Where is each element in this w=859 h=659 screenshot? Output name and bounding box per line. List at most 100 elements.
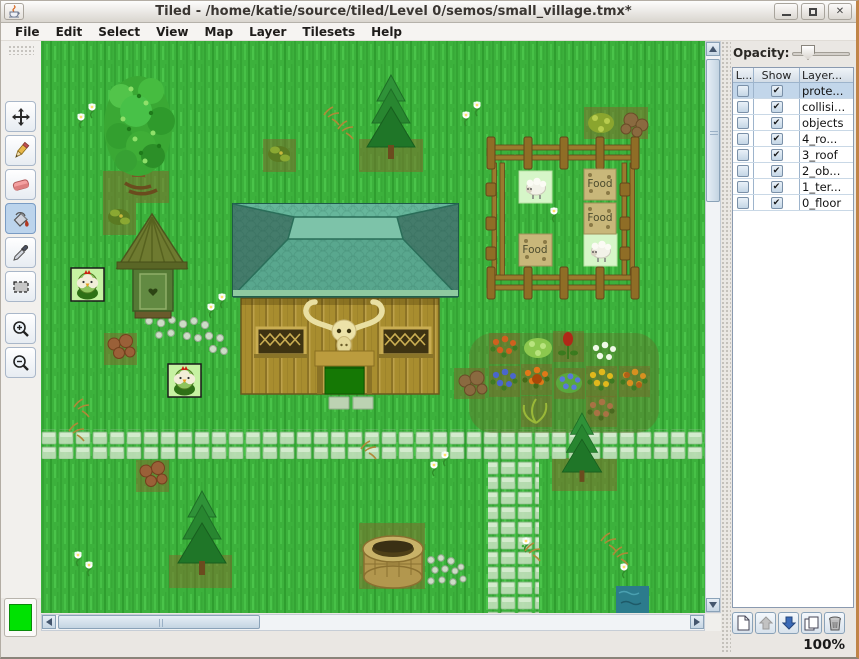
- zoom-out-tool-button[interactable]: [5, 347, 36, 378]
- column-lock[interactable]: L...: [733, 68, 754, 82]
- scroll-down-button[interactable]: [706, 598, 720, 612]
- lower-layer-button[interactable]: [778, 612, 799, 634]
- menu-edit[interactable]: Edit: [48, 25, 91, 39]
- lock-checkbox[interactable]: [737, 85, 749, 97]
- column-layer[interactable]: Layer...: [800, 68, 853, 82]
- up-arrow-disabled-icon: [759, 616, 773, 630]
- eyedropper-tool-button[interactable]: [5, 237, 36, 268]
- layer-row-0-floor[interactable]: ✔ 0_floor: [733, 195, 853, 211]
- show-checkbox[interactable]: ✔: [771, 117, 783, 129]
- menu-layer[interactable]: Layer: [241, 25, 294, 39]
- menu-view[interactable]: View: [148, 25, 196, 39]
- toolbar-grip[interactable]: [8, 45, 34, 55]
- layer-name[interactable]: 4_ro...: [800, 131, 853, 146]
- layer-row-collision[interactable]: ✔ collisi...: [733, 99, 853, 115]
- opacity-control: Opacity:: [733, 43, 859, 63]
- show-checkbox[interactable]: ✔: [771, 165, 783, 177]
- map-canvas[interactable]: Food Food Food: [41, 41, 705, 613]
- close-button[interactable]: ✕: [828, 3, 852, 20]
- layers-table-header: L... Show Layer...: [733, 68, 853, 83]
- rect-select-tool-button[interactable]: [5, 271, 36, 302]
- java-app-icon[interactable]: [4, 3, 24, 20]
- layer-name[interactable]: prote...: [800, 83, 853, 98]
- add-layer-button[interactable]: [732, 612, 753, 634]
- layer-row-2-ob[interactable]: ✔ 2_ob...: [733, 163, 853, 179]
- scroll-right-button[interactable]: [690, 615, 704, 629]
- layer-name[interactable]: 0_floor: [800, 195, 853, 210]
- fill-bucket-icon: [11, 209, 31, 229]
- lock-checkbox[interactable]: [737, 133, 749, 145]
- layer-name[interactable]: 3_roof: [800, 147, 853, 162]
- water-tile: [616, 586, 649, 613]
- show-checkbox[interactable]: ✔: [771, 101, 783, 113]
- vertical-scrollbar[interactable]: [705, 41, 721, 613]
- opacity-slider-track[interactable]: [792, 52, 850, 56]
- layer-name[interactable]: collisi...: [800, 99, 853, 114]
- lock-checkbox[interactable]: [737, 117, 749, 129]
- layer-row-1-ter[interactable]: ✔ 1_ter...: [733, 179, 853, 195]
- scroll-up-button[interactable]: [706, 42, 720, 56]
- sheep-tile: [584, 234, 617, 266]
- horizontal-scrollbar[interactable]: [41, 614, 705, 631]
- minimize-button[interactable]: [774, 3, 798, 20]
- opacity-label: Opacity:: [733, 46, 789, 60]
- show-checkbox[interactable]: ✔: [771, 181, 783, 193]
- food-tile: Food: [584, 169, 616, 200]
- food-tile: Food: [584, 203, 616, 234]
- layer-row-objects[interactable]: ✔ objects: [733, 115, 853, 131]
- food-sign-label: Food: [522, 244, 547, 256]
- zoom-level-label: 100%: [803, 637, 845, 653]
- layer-row-protection[interactable]: ✔ prote...: [733, 83, 853, 99]
- opacity-slider[interactable]: [792, 43, 850, 63]
- panel-separator[interactable]: [721, 41, 731, 653]
- menu-tilesets[interactable]: Tilesets: [294, 25, 363, 39]
- move-icon: [11, 107, 31, 127]
- flower-garden: [454, 331, 659, 433]
- minimize-icon: [782, 14, 791, 16]
- color-swatch-button[interactable]: [4, 598, 37, 637]
- zoom-in-tool-button[interactable]: [5, 313, 36, 344]
- marquee-icon: [11, 277, 31, 297]
- move-tool-button[interactable]: [5, 101, 36, 132]
- layers-panel: Opacity: L... Show Layer... ✔ prote... ✔…: [731, 41, 857, 659]
- show-checkbox[interactable]: ✔: [771, 149, 783, 161]
- show-checkbox[interactable]: ✔: [771, 85, 783, 97]
- vertical-scroll-thumb[interactable]: [706, 59, 720, 202]
- layer-row-3-roof[interactable]: ✔ 3_roof: [733, 147, 853, 163]
- duplicate-layer-button[interactable]: [801, 612, 822, 634]
- maximize-button[interactable]: [801, 3, 825, 20]
- fill-tool-button[interactable]: [5, 203, 36, 234]
- food-tile: Food: [519, 234, 552, 266]
- show-checkbox[interactable]: ✔: [771, 133, 783, 145]
- lock-checkbox[interactable]: [737, 181, 749, 193]
- lock-checkbox[interactable]: [737, 197, 749, 209]
- menu-help[interactable]: Help: [363, 25, 410, 39]
- lock-checkbox[interactable]: [737, 165, 749, 177]
- scroll-left-button[interactable]: [42, 615, 56, 629]
- lock-checkbox[interactable]: [737, 149, 749, 161]
- layer-name[interactable]: 1_ter...: [800, 179, 853, 194]
- draw-tool-button[interactable]: [5, 135, 36, 166]
- npc-chicken-tile: [168, 364, 201, 397]
- menu-map[interactable]: Map: [197, 25, 242, 39]
- show-checkbox[interactable]: ✔: [771, 197, 783, 209]
- layer-row-4-ro[interactable]: ✔ 4_ro...: [733, 131, 853, 147]
- menu-file[interactable]: File: [7, 25, 48, 39]
- erase-tool-button[interactable]: [5, 169, 36, 200]
- menu-select[interactable]: Select: [90, 25, 148, 39]
- title-bar: Tiled - /home/katie/source/tiled/Level 0…: [1, 1, 856, 23]
- well: [363, 536, 423, 588]
- vertical-stone-path: [488, 459, 539, 613]
- opacity-slider-thumb[interactable]: [801, 45, 815, 60]
- npc-chicken-tile: [71, 268, 104, 301]
- layer-name[interactable]: objects: [800, 115, 853, 130]
- horizontal-scroll-thumb[interactable]: [58, 615, 260, 629]
- window-controls: ✕: [774, 3, 852, 20]
- lock-checkbox[interactable]: [737, 101, 749, 113]
- column-show[interactable]: Show: [754, 68, 800, 82]
- window-title: Tiled - /home/katie/source/tiled/Level 0…: [31, 4, 756, 19]
- delete-layer-button[interactable]: [824, 612, 845, 634]
- raise-layer-button[interactable]: [755, 612, 776, 634]
- trash-icon: [828, 616, 842, 631]
- layer-name[interactable]: 2_ob...: [800, 163, 853, 178]
